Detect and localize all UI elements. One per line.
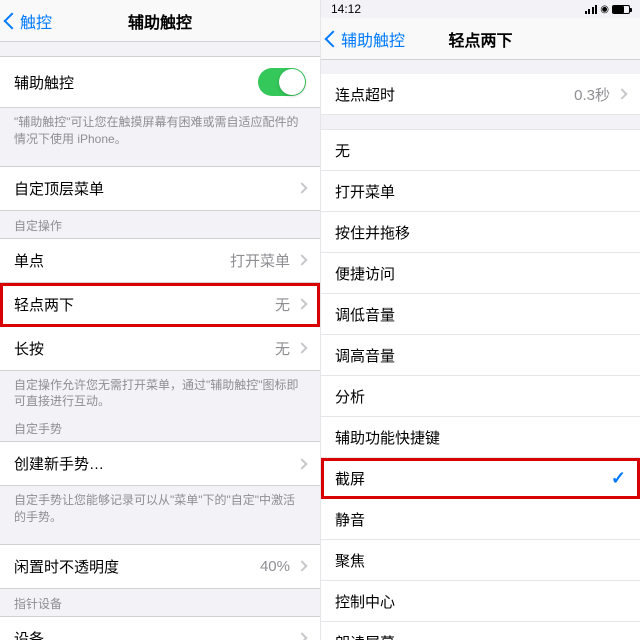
status-bar: 14:12 ◉ bbox=[321, 0, 640, 18]
gestures-note: 自定手势让您能够记录可以从"菜单"下的"自定"中激活的手势。 bbox=[0, 486, 320, 530]
custom-gestures-header: 自定手势 bbox=[0, 414, 320, 441]
cell-value: 无 bbox=[275, 338, 290, 359]
action-option[interactable]: 按住并拖移 bbox=[321, 212, 640, 253]
right-panel-doubletap: 14:12 ◉ 辅助触控 轻点两下 连点超时 0.3秒 无打开菜单按住并拖移便捷… bbox=[320, 0, 640, 640]
checkmark-icon: ✓ bbox=[611, 468, 626, 489]
option-label: 按住并拖移 bbox=[335, 222, 410, 243]
cell-value: 打开菜单 bbox=[230, 250, 290, 271]
customize-top-menu[interactable]: 自定顶层菜单 bbox=[0, 166, 320, 211]
wifi-icon: ◉ bbox=[600, 4, 609, 15]
idle-opacity-row[interactable]: 闲置时不透明度 40% bbox=[0, 544, 320, 589]
cell-value: 0.3秒 bbox=[574, 84, 610, 105]
cell-value: 40% bbox=[260, 558, 290, 575]
option-label: 朗读屏幕 bbox=[335, 632, 395, 640]
double-tap-row[interactable]: 轻点两下 无 bbox=[0, 283, 320, 327]
back-label: 辅助触控 bbox=[341, 27, 405, 51]
back-label: 触控 bbox=[20, 9, 52, 33]
option-label: 无 bbox=[335, 140, 350, 161]
option-label: 分析 bbox=[335, 386, 365, 407]
custom-actions-header: 自定操作 bbox=[0, 211, 320, 238]
long-press-row[interactable]: 长按 无 bbox=[0, 327, 320, 371]
back-button[interactable]: 辅助触控 bbox=[327, 27, 405, 51]
chevron-right-icon bbox=[296, 182, 307, 193]
cell-label: 单点 bbox=[14, 250, 44, 271]
option-label: 截屏 bbox=[335, 468, 365, 489]
chevron-right-icon bbox=[616, 88, 627, 99]
option-label: 静音 bbox=[335, 509, 365, 530]
nav-title: 轻点两下 bbox=[448, 27, 512, 51]
chevron-right-icon bbox=[296, 254, 307, 265]
battery-icon bbox=[612, 5, 630, 14]
action-option[interactable]: 截屏 ✓ bbox=[321, 458, 640, 499]
cell-label: 闲置时不透明度 bbox=[14, 556, 119, 577]
status-icons: ◉ bbox=[585, 4, 630, 15]
action-option[interactable]: 调高音量 bbox=[321, 335, 640, 376]
cell-label: 设备 bbox=[14, 628, 44, 640]
nav-bar: 触控 辅助触控 bbox=[0, 0, 320, 42]
chevron-right-icon bbox=[296, 458, 307, 469]
custom-actions-note: 自定操作允许您无需打开菜单，通过"辅助触控"图标即可直接进行互动。 bbox=[0, 371, 320, 415]
action-option[interactable]: 分析 bbox=[321, 376, 640, 417]
option-label: 辅助功能快捷键 bbox=[335, 427, 440, 448]
cell-label: 自定顶层菜单 bbox=[14, 178, 104, 199]
cell-value: 无 bbox=[275, 294, 290, 315]
option-label: 调高音量 bbox=[335, 345, 395, 366]
cell-label: 长按 bbox=[14, 338, 44, 359]
chevron-right-icon bbox=[296, 342, 307, 353]
chevron-left-icon bbox=[4, 12, 21, 29]
chevron-right-icon bbox=[296, 633, 307, 640]
nav-bar: 辅助触控 轻点两下 bbox=[321, 18, 640, 60]
option-label: 控制中心 bbox=[335, 591, 395, 612]
action-option[interactable]: 无 bbox=[321, 129, 640, 171]
cell-label: 连点超时 bbox=[335, 84, 395, 105]
status-time: 14:12 bbox=[331, 2, 361, 16]
left-panel-assistivetouch: 触控 辅助触控 辅助触控 "辅助触控"可让您在触摸屏幕有困难或需自适应配件的情况… bbox=[0, 0, 320, 640]
option-label: 聚焦 bbox=[335, 550, 365, 571]
option-label: 调低音量 bbox=[335, 304, 395, 325]
action-option-list: 无打开菜单按住并拖移便捷访问调低音量调高音量分析辅助功能快捷键截屏 ✓ 静音聚焦控制… bbox=[321, 129, 640, 640]
assistivetouch-note: "辅助触控"可让您在触摸屏幕有困难或需自适应配件的情况下使用 iPhone。 bbox=[0, 108, 320, 152]
action-option[interactable]: 调低音量 bbox=[321, 294, 640, 335]
create-gesture[interactable]: 创建新手势… bbox=[0, 441, 320, 486]
timeout-row[interactable]: 连点超时 0.3秒 bbox=[321, 74, 640, 115]
pointer-devices-header: 指针设备 bbox=[0, 589, 320, 616]
device-row[interactable]: 设备 bbox=[0, 616, 320, 640]
cell-label: 创建新手势… bbox=[14, 453, 104, 474]
back-button[interactable]: 触控 bbox=[6, 9, 52, 33]
assistivetouch-label: 辅助触控 bbox=[14, 72, 74, 93]
action-option[interactable]: 静音 bbox=[321, 499, 640, 540]
option-label: 便捷访问 bbox=[335, 263, 395, 284]
action-option[interactable]: 打开菜单 bbox=[321, 171, 640, 212]
nav-title: 辅助触控 bbox=[128, 9, 192, 33]
assistivetouch-toggle-row[interactable]: 辅助触控 bbox=[0, 56, 320, 108]
action-option[interactable]: 聚焦 bbox=[321, 540, 640, 581]
action-option[interactable]: 控制中心 bbox=[321, 581, 640, 622]
option-label: 打开菜单 bbox=[335, 181, 395, 202]
signal-icon bbox=[585, 4, 598, 14]
action-option[interactable]: 朗读屏幕 bbox=[321, 622, 640, 640]
chevron-left-icon bbox=[325, 30, 342, 47]
assistivetouch-toggle[interactable] bbox=[258, 68, 306, 96]
chevron-right-icon bbox=[296, 561, 307, 572]
action-option[interactable]: 辅助功能快捷键 bbox=[321, 417, 640, 458]
chevron-right-icon bbox=[296, 298, 307, 309]
single-tap-row[interactable]: 单点 打开菜单 bbox=[0, 238, 320, 283]
action-option[interactable]: 便捷访问 bbox=[321, 253, 640, 294]
cell-label: 轻点两下 bbox=[14, 294, 74, 315]
